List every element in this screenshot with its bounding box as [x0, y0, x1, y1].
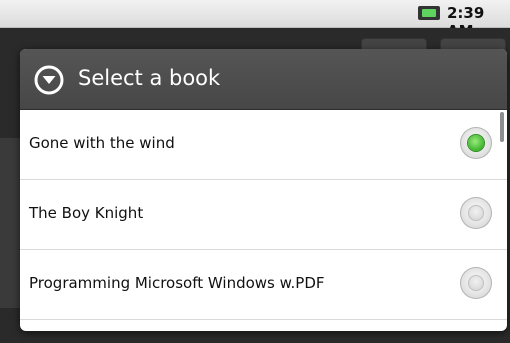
list-item-book[interactable]: The Boy Knight — [20, 180, 507, 250]
radio-indicator — [468, 205, 484, 221]
battery-icon — [418, 6, 440, 20]
list-item-book[interactable]: Gone with the wind — [20, 110, 507, 180]
background-panel — [0, 138, 20, 308]
dialog-title: Select a book — [78, 66, 221, 90]
scrollbar[interactable] — [500, 112, 504, 142]
dialog-header: Select a book — [20, 49, 507, 110]
status-bar: 2:39 AM — [0, 0, 510, 40]
radio-button[interactable] — [460, 197, 492, 229]
dropdown-circle-icon — [34, 65, 64, 95]
list-item-book[interactable]: Programming Microsoft Windows w.PDF — [20, 250, 507, 320]
select-book-dialog: Select a book Gone with the wind The Boy… — [20, 49, 507, 331]
radio-button[interactable] — [460, 267, 492, 299]
book-label: The Boy Knight — [29, 204, 144, 222]
book-label: Gone with the wind — [29, 134, 175, 152]
radio-indicator — [468, 135, 484, 151]
radio-button[interactable] — [460, 127, 492, 159]
book-list: Gone with the wind The Boy Knight Progra… — [20, 110, 507, 320]
radio-indicator — [468, 275, 484, 291]
book-label: Programming Microsoft Windows w.PDF — [29, 274, 325, 292]
